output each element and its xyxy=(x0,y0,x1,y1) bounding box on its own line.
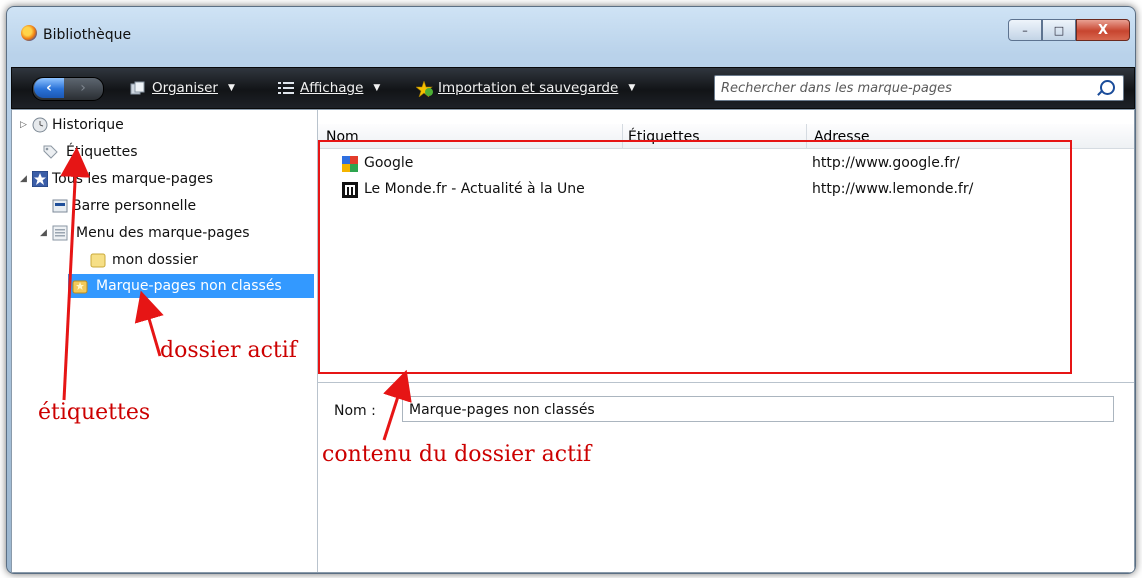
arrow-to-content xyxy=(382,369,412,441)
arrow-to-etiquettes xyxy=(60,147,91,401)
annotation-arrows xyxy=(60,147,412,441)
arrow-to-active-folder xyxy=(134,290,164,357)
